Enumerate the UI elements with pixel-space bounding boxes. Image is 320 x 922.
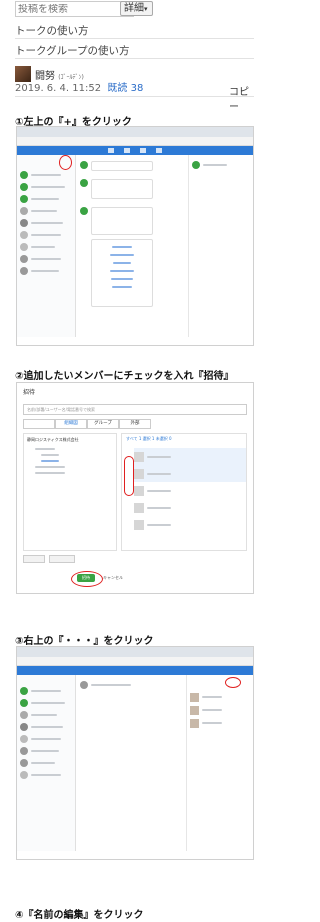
checkbox-highlight (124, 456, 134, 496)
tab-org-chart: 組織図 (55, 419, 87, 429)
screenshot-3 (16, 646, 254, 860)
cancel-button: キャンセル (103, 575, 123, 580)
nav-link-talk-usage[interactable]: トークの使い方 (15, 23, 89, 38)
detail-label: 詳細 (124, 3, 144, 14)
add-plus-highlight (59, 155, 72, 170)
nav-link-talk-group-usage[interactable]: トークグループの使い方 (15, 43, 129, 58)
divider (15, 58, 254, 59)
tab-external: 外部 (119, 419, 151, 429)
screenshot-1 (16, 126, 254, 346)
step-4-heading: ④『名前の編集』をクリック (15, 910, 144, 921)
org-root: 静岡ロジスティクス株式会社 (27, 437, 79, 442)
divider (15, 96, 254, 97)
search-input[interactable] (16, 3, 118, 15)
more-menu-highlight (225, 677, 241, 688)
screenshot-2: 招待 名前/部署/ユーザー名/電話番号で検索 組織図 グループ 外部 静岡ロジス… (16, 382, 254, 594)
dropdown-arrow-icon: ▾ (144, 5, 148, 13)
invite-dialog-title: 招待 (23, 389, 36, 396)
member-filter: すべて 1 選択 1 未選択 0 (126, 436, 172, 441)
detail-dropdown-button[interactable]: 詳細▾ (120, 1, 153, 16)
step-2-heading: ②追加したいメンバーにチェックを入れ『招待』 (15, 371, 234, 382)
copy-button[interactable]: コピー (229, 83, 254, 113)
post-search-box[interactable] (15, 1, 134, 17)
divider (15, 38, 254, 39)
invite-button: 招待 (77, 574, 95, 582)
invite-tabs: 組織図 グループ 外部 (23, 419, 247, 429)
tab-group: グループ (87, 419, 119, 429)
step-3-heading: ③右上の『・・・』をクリック (15, 636, 154, 647)
invite-search-field: 名前/部署/ユーザー名/電話番号で検索 (23, 404, 247, 415)
post-meta: 2019. 6. 4. 11:52 既読 38 (15, 79, 143, 94)
read-count-link[interactable]: 既読 38 (107, 83, 143, 94)
post-date: 2019. 6. 4. 11:52 (15, 83, 102, 94)
